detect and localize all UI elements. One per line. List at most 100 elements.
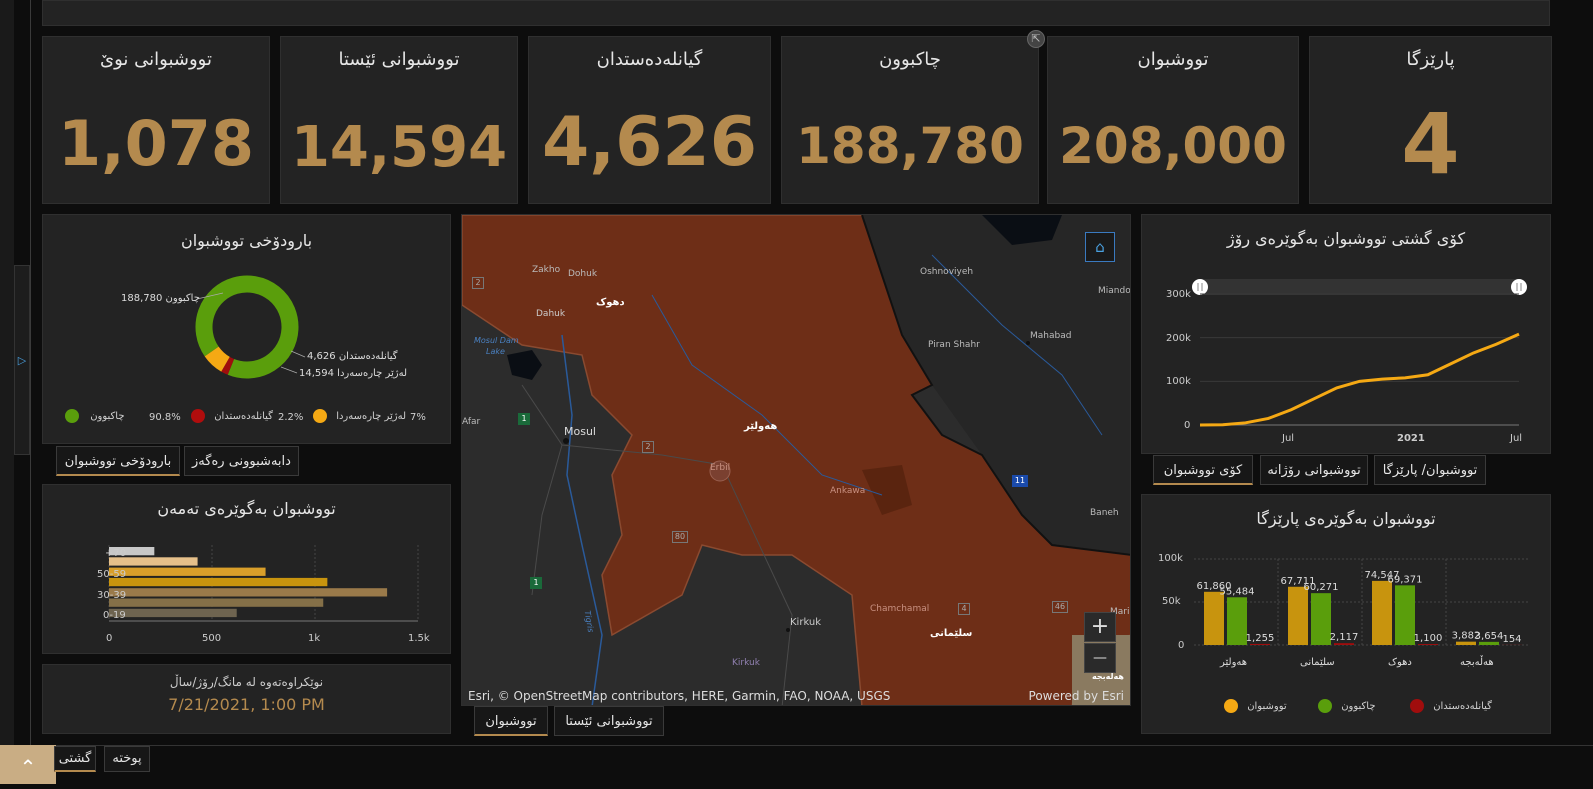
time-slider-handle-end[interactable]: [1511, 279, 1527, 295]
map-label-piranshahr: Piran Shahr: [928, 340, 980, 350]
fullscreen-icon[interactable]: ⇱: [1027, 30, 1045, 48]
kpi-new-cases-value: 1,078: [43, 107, 269, 180]
prov-ytick-2: 0: [1178, 640, 1184, 651]
map-label-ankawa: Ankawa: [830, 486, 865, 496]
prov-cat-0: هەولێر: [1220, 657, 1247, 668]
map-label-mahabad: Mahabad: [1030, 331, 1071, 341]
zoom-out-button[interactable]: —: [1084, 643, 1116, 673]
tab-cases-province[interactable]: تووشبوان/ پارێزگا: [1374, 455, 1486, 485]
prov-legend-label-recovered: چاکبوون: [1341, 701, 1375, 712]
tab-map-active[interactable]: تووشبوانی ئێستا: [554, 706, 664, 736]
kpi-total-cases-value: 208,000: [1048, 117, 1298, 175]
donut-leader-active: [281, 367, 297, 373]
donut-legend-recovered: چاکبوون: [65, 409, 161, 423]
expand-icon[interactable]: ▷: [14, 265, 30, 455]
tab-overview[interactable]: گشتی: [54, 746, 96, 772]
cumulative-cases-line[interactable]: [1200, 334, 1519, 425]
prov-legend-dot-cases: [1224, 699, 1238, 713]
time-slider-handle-start[interactable]: [1192, 279, 1208, 295]
map-label-erbil-ku: هەولێر: [744, 421, 777, 432]
tab-gender[interactable]: دابەشبوونی رەگەز: [184, 446, 299, 476]
legend-pct-recovered: 90.8%: [149, 412, 181, 423]
map-label-erbil: Erbil: [710, 463, 730, 473]
tab-total-cases[interactable]: کۆی تووشبوان: [1153, 455, 1253, 485]
left-rail-line: [30, 0, 31, 745]
line-xtick-1: 2021: [1397, 433, 1425, 444]
legend-label-recovered: چاکبوون: [90, 411, 124, 422]
donut-slice-active[interactable]: [212, 352, 226, 365]
map-label-zakho: Zakho: [532, 265, 560, 275]
tab-daily-cases[interactable]: تووشبوانی رۆژانە: [1260, 455, 1368, 485]
donut-label-deaths: گیانلەدەستدان 4,626: [307, 351, 398, 362]
zoom-in-button[interactable]: +: [1084, 612, 1116, 642]
prov-bar-label: 1,100: [1414, 633, 1443, 644]
age-tick-0: 0: [106, 633, 112, 644]
age-bar[interactable]: [109, 609, 237, 617]
line-xtick-2: Jul: [1510, 433, 1522, 444]
donut-label-active: لەژێر چارەسەردا 14,594: [299, 368, 407, 379]
left-rail: [0, 0, 14, 784]
prov-bar[interactable]: [1334, 643, 1354, 645]
prov-bar[interactable]: [1418, 644, 1438, 645]
donut-label-recovered: 188,780 چاکبوون: [121, 293, 200, 304]
prov-bar[interactable]: [1204, 592, 1224, 645]
age-tick-3: 1.5k: [408, 633, 430, 644]
home-button[interactable]: ⌂: [1085, 232, 1115, 262]
prov-bar-label: 55,484: [1220, 586, 1255, 597]
kpi-deaths-value: 4,626: [529, 103, 770, 182]
map-label-dohuk-ku: دهوک: [596, 297, 625, 308]
prov-bar[interactable]: [1456, 642, 1476, 645]
legend-dot-recovered: [65, 409, 79, 423]
kpi-provinces: پارێزگا 4: [1309, 36, 1552, 204]
map-panel[interactable]: Zakho Dohuk دهوک Dahuk Mosul Dam Lake Mo…: [461, 214, 1131, 706]
prov-bar[interactable]: [1395, 585, 1415, 645]
collapse-up-button[interactable]: ⌃: [0, 745, 56, 784]
map-label-halabja-ku: هەڵەبجە: [1092, 672, 1124, 681]
prov-bar[interactable]: [1227, 597, 1247, 645]
donut-legend-active: لەژێر چارەسەردا: [313, 409, 413, 423]
map-label-dohuk-en: Dohuk: [568, 269, 597, 279]
age-label-2: 30-39: [97, 590, 126, 601]
map-label-mosul: Mosul: [564, 425, 596, 438]
map-label-miando: Miando: [1098, 286, 1131, 296]
prov-bar-label: 2,117: [1330, 632, 1359, 643]
prov-bar[interactable]: [1479, 642, 1499, 645]
map-label-kirkuk: Kirkuk: [790, 617, 821, 628]
prov-bar[interactable]: [1250, 644, 1270, 645]
prov-bar[interactable]: [1372, 581, 1392, 645]
prov-legend-label-deaths: گیانلەدەستدان: [1433, 701, 1492, 712]
kpi-recovered-value: 188,780: [782, 117, 1038, 175]
prov-bar[interactable]: [1311, 593, 1331, 645]
tab-case-status[interactable]: بارودۆخی تووشبوان: [56, 446, 180, 476]
prov-bar-label: 154: [1502, 634, 1521, 645]
kpi-recovered: چاکبوون 188,780: [781, 36, 1039, 204]
age-bar[interactable]: [109, 588, 387, 596]
map-label-baneh: Baneh: [1090, 508, 1119, 518]
prov-bar[interactable]: [1288, 587, 1308, 645]
prov-cat-1: سلێمانی: [1300, 657, 1335, 668]
road-shield-1b: 1: [530, 577, 542, 589]
donut-slice-deaths[interactable]: [225, 364, 230, 367]
prov-legend-deaths: گیانلەدەستدان: [1410, 699, 1492, 713]
map-powered-by[interactable]: Powered by Esri: [1029, 689, 1124, 703]
kpi-active-cases-title: تووشبوانی ئێستا: [281, 49, 517, 70]
age-bar[interactable]: [109, 568, 266, 576]
tab-map-cases[interactable]: تووشبوان: [474, 706, 548, 736]
line-xtick-0: Jul: [1282, 433, 1294, 444]
time-slider-track[interactable]: [1199, 279, 1519, 295]
age-tick-1: 500: [202, 633, 221, 644]
map-label-kirkuk-2: Kirkuk: [732, 658, 760, 668]
prov-bar-label: 3,654: [1475, 631, 1504, 642]
map-canvas[interactable]: [462, 215, 1131, 706]
cumulative-line-chart: [1142, 215, 1552, 455]
updated-value: 7/21/2021, 1:00 PM: [43, 695, 450, 714]
tab-summary[interactable]: پوختە: [104, 746, 150, 772]
prov-bar-label: 60,271: [1304, 582, 1339, 593]
kpi-new-cases: تووشبوانی نوێ 1,078: [42, 36, 270, 204]
donut-leader-deaths: [291, 351, 305, 357]
map-label-lake: Lake: [486, 347, 505, 356]
legend-dot-active: [313, 409, 327, 423]
age-bar[interactable]: [109, 578, 327, 586]
road-shield-2b: 2: [642, 441, 654, 453]
age-bar[interactable]: [109, 599, 323, 607]
